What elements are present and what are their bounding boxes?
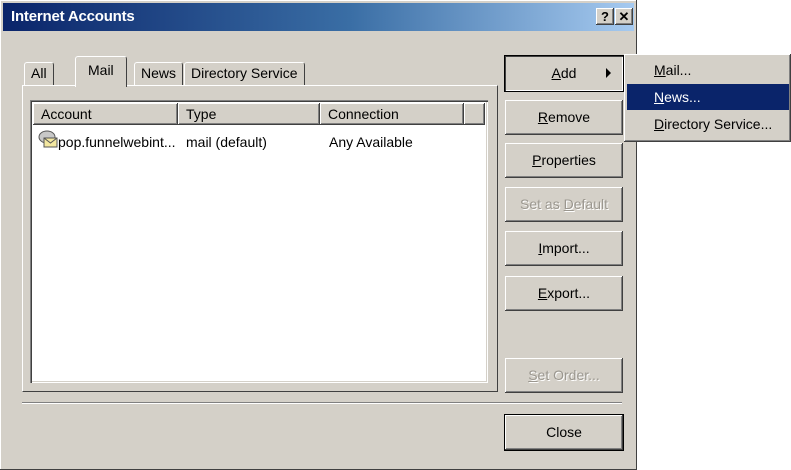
close-button[interactable]: Close <box>505 415 623 450</box>
add-popup-menu: Mail... News... Directory Service... <box>624 54 791 142</box>
remove-button[interactable]: Remove <box>505 100 623 135</box>
tab-all[interactable]: All <box>24 62 54 85</box>
add-button[interactable]: Add <box>505 56 623 91</box>
account-type-cell: mail (default) <box>186 134 267 150</box>
help-button[interactable]: ? <box>596 8 614 25</box>
column-header-filler <box>464 103 485 125</box>
menu-item-mail[interactable]: Mail... <box>627 57 789 83</box>
column-header-type[interactable]: Type <box>178 103 320 125</box>
export-button[interactable]: Export... <box>505 276 623 311</box>
tab-news[interactable]: News <box>134 62 184 85</box>
account-connection-cell: Any Available <box>329 134 413 150</box>
window-title: Internet Accounts <box>11 8 135 25</box>
properties-button[interactable]: Properties <box>505 143 623 178</box>
add-button-label: Add <box>551 65 577 81</box>
separator-line <box>22 402 622 404</box>
close-icon[interactable]: ✕ <box>615 8 633 25</box>
title-bar[interactable]: Internet Accounts ? ✕ <box>3 3 634 31</box>
menu-item-news[interactable]: News... <box>627 84 789 110</box>
internet-accounts-dialog: Internet Accounts ? ✕ All Mail News Dire… <box>0 0 637 470</box>
set-as-default-button[interactable]: Set as Default <box>505 187 623 222</box>
import-button[interactable]: Import... <box>505 231 623 266</box>
column-header-connection[interactable]: Connection <box>320 103 464 125</box>
account-name-cell: pop.funnelwebint... <box>58 134 176 150</box>
tab-directory-service[interactable]: Directory Service <box>184 62 305 85</box>
set-order-button[interactable]: Set Order... <box>505 358 623 393</box>
menu-item-directory-service[interactable]: Directory Service... <box>627 111 789 137</box>
column-header-account[interactable]: Account <box>33 103 178 125</box>
submenu-arrow-icon <box>606 68 611 78</box>
mail-account-icon <box>38 130 58 148</box>
tab-mail[interactable]: Mail <box>75 56 127 87</box>
